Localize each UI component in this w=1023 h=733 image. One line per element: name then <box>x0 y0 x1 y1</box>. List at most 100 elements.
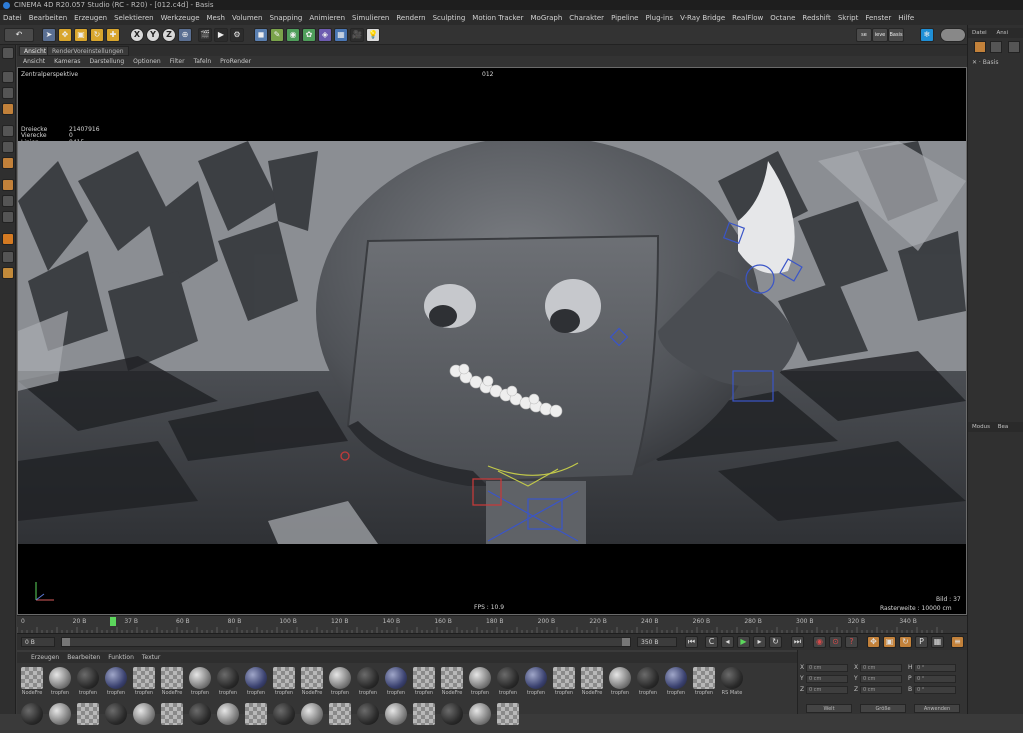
layout-button-2[interactable]: ieve <box>872 28 888 42</box>
material-swatch[interactable] <box>75 701 101 733</box>
material-swatch[interactable] <box>439 701 465 733</box>
polygons-mode-icon[interactable] <box>2 157 14 169</box>
pen-spline-icon[interactable]: ✎ <box>270 28 284 42</box>
material-menu-item[interactable]: Funktion <box>108 652 134 663</box>
render-view-icon[interactable]: 🎬 <box>198 28 212 42</box>
material-swatch[interactable] <box>355 701 381 733</box>
goto-end-icon[interactable]: ⏭ <box>791 636 804 648</box>
next-key-icon[interactable]: ▸ <box>753 636 766 648</box>
material-swatch[interactable]: tropfen <box>691 665 717 697</box>
array-icon[interactable]: ✿ <box>302 28 316 42</box>
menu-item[interactable]: V-Ray Bridge <box>680 14 725 22</box>
coordinate-mode-dropdown[interactable]: Welt <box>806 704 852 713</box>
material-swatch[interactable]: tropfen <box>271 665 297 697</box>
menu-item[interactable]: Datei <box>3 14 22 22</box>
material-swatch[interactable] <box>159 701 185 733</box>
viewport-menu-item[interactable]: Darstellung <box>89 56 124 67</box>
position-key-icon[interactable]: ✥ <box>867 636 880 648</box>
material-menu-item[interactable]: Erzeugen <box>31 652 59 663</box>
y-axis-lock-button[interactable]: Y <box>146 28 160 42</box>
rotation-field[interactable]: 0 ° <box>914 664 956 672</box>
rotation-field[interactable]: 0 ° <box>914 675 956 683</box>
keyframe-selection-icon[interactable]: ? <box>845 636 858 648</box>
material-swatch[interactable]: NodeFre <box>159 665 185 697</box>
position-field[interactable]: 0 cm <box>806 664 848 672</box>
size-mode-dropdown[interactable]: Größe <box>860 704 906 713</box>
menu-item[interactable]: RealFlow <box>732 14 763 22</box>
menu-item[interactable]: Volumen <box>232 14 262 22</box>
last-tool-icon[interactable]: ✚ <box>106 28 120 42</box>
record-keys-icon[interactable]: C <box>705 636 718 648</box>
material-swatch[interactable]: tropfen <box>103 665 129 697</box>
object-search-icon[interactable] <box>1008 41 1020 53</box>
viewport-menu-item[interactable]: ProRender <box>220 56 251 67</box>
menu-item[interactable]: Bearbeiten <box>29 14 67 22</box>
axis-mode-icon[interactable] <box>2 179 14 191</box>
light-icon[interactable]: 💡 <box>366 28 380 42</box>
parameter-key-icon[interactable]: P <box>915 636 928 648</box>
size-field[interactable]: 0 cm <box>860 686 902 694</box>
menu-item[interactable]: Plug-ins <box>645 14 673 22</box>
material-swatch[interactable] <box>187 701 213 733</box>
material-swatch[interactable] <box>299 701 325 733</box>
coordinate-system-icon[interactable]: ⊕ <box>178 28 192 42</box>
tab-render-presets[interactable]: RenderVoreinstellungen <box>47 46 129 56</box>
material-swatch[interactable]: RS Mate <box>719 665 745 697</box>
select-tool-icon[interactable]: ➤ <box>42 28 56 42</box>
timeline-menu-icon[interactable]: ≡ <box>951 636 964 648</box>
position-field[interactable]: 0 cm <box>806 675 848 683</box>
menu-item[interactable]: Hilfe <box>898 14 914 22</box>
material-swatch[interactable] <box>327 701 353 733</box>
start-frame-field[interactable]: 0 B <box>21 637 55 647</box>
snap-icon[interactable] <box>2 211 14 223</box>
material-swatch[interactable]: tropfen <box>215 665 241 697</box>
timeline-playhead[interactable] <box>110 617 116 626</box>
undo-button[interactable]: ↶ <box>4 28 34 42</box>
material-swatch[interactable]: NodeFre <box>299 665 325 697</box>
x-axis-lock-button[interactable]: X <box>130 28 144 42</box>
sculpt-icon[interactable] <box>2 267 14 279</box>
viewport-menu-item[interactable]: Ansicht <box>23 56 45 67</box>
deformer-icon[interactable]: ◈ <box>318 28 332 42</box>
position-field[interactable]: 0 cm <box>806 686 848 694</box>
loop-icon[interactable]: ↻ <box>769 636 782 648</box>
material-swatch[interactable]: tropfen <box>523 665 549 697</box>
menu-item[interactable]: Werkzeuge <box>161 14 200 22</box>
material-swatch[interactable]: NodeFre <box>439 665 465 697</box>
menu-item[interactable]: Simulieren <box>352 14 389 22</box>
menu-item[interactable]: MoGraph <box>531 14 563 22</box>
record-icon[interactable]: ◉ <box>813 636 826 648</box>
move-tool-icon[interactable]: ✥ <box>58 28 72 42</box>
toggle-switch[interactable] <box>940 28 966 42</box>
model-mode-icon[interactable] <box>2 71 14 83</box>
material-swatch[interactable]: tropfen <box>607 665 633 697</box>
menu-item[interactable]: Erzeugen <box>74 14 107 22</box>
material-swatch[interactable]: tropfen <box>187 665 213 697</box>
snowflake-icon[interactable]: ❄ <box>920 28 934 42</box>
layout-button-3[interactable]: Basis <box>888 28 904 42</box>
material-swatch[interactable]: tropfen <box>635 665 661 697</box>
menu-item[interactable]: Octane <box>770 14 795 22</box>
rotation-key-icon[interactable]: ↻ <box>899 636 912 648</box>
pla-key-icon[interactable]: ▦ <box>931 636 944 648</box>
menu-item[interactable]: Selektieren <box>114 14 154 22</box>
menu-item[interactable]: Motion Tracker <box>472 14 523 22</box>
material-swatch[interactable] <box>19 701 45 733</box>
material-menu-item[interactable]: Textur <box>142 652 160 663</box>
viewport-menu-item[interactable]: Optionen <box>133 56 161 67</box>
material-swatch[interactable]: tropfen <box>47 665 73 697</box>
rotate-tool-icon[interactable]: ↻ <box>90 28 104 42</box>
apply-button[interactable]: Anwenden <box>914 704 960 713</box>
material-swatch[interactable] <box>495 701 521 733</box>
render-picture-viewer-icon[interactable]: ▶ <box>214 28 228 42</box>
menu-item[interactable]: Pipeline <box>611 14 638 22</box>
rotation-field[interactable]: 0 ° <box>914 686 956 694</box>
material-swatch[interactable]: tropfen <box>243 665 269 697</box>
range-start-handle[interactable] <box>62 638 70 646</box>
material-swatch[interactable] <box>467 701 493 733</box>
points-mode-icon[interactable] <box>2 125 14 137</box>
material-swatch[interactable]: tropfen <box>383 665 409 697</box>
material-swatch[interactable] <box>131 701 157 733</box>
menu-item[interactable]: Skript <box>838 14 859 22</box>
scale-key-icon[interactable]: ▣ <box>883 636 896 648</box>
